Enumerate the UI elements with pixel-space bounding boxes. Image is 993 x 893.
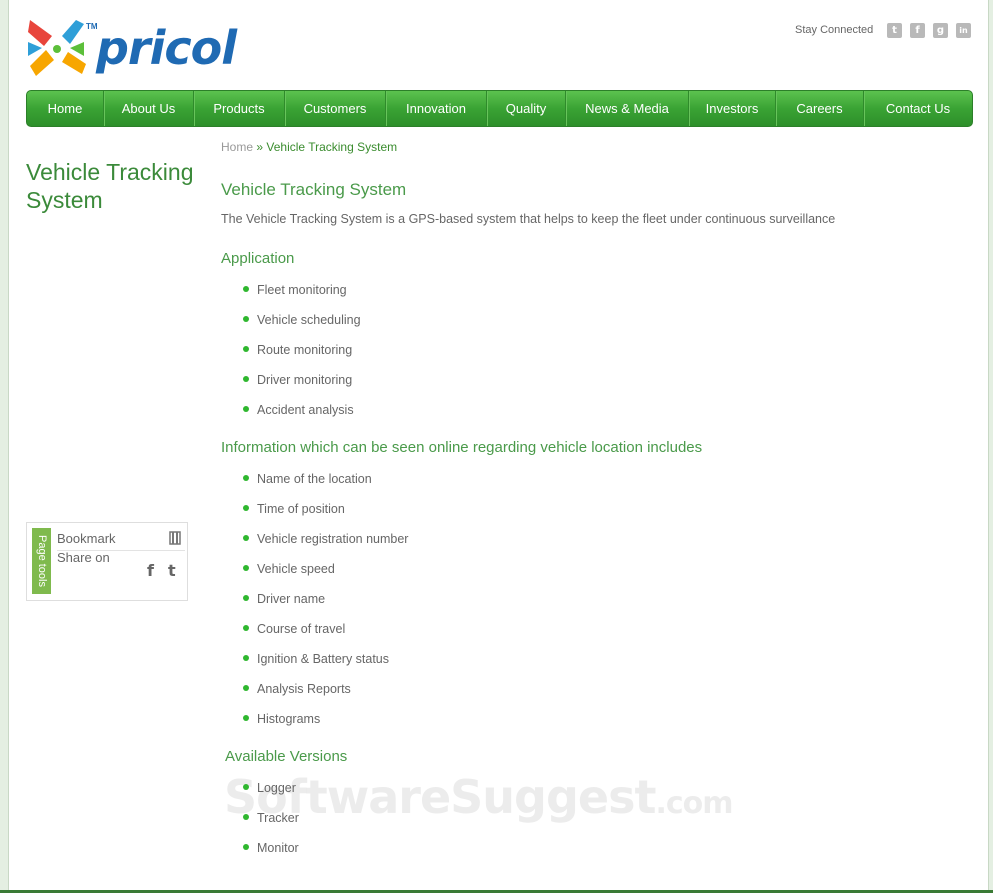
nav-quality[interactable]: Quality (487, 91, 566, 126)
nav-innovation[interactable]: Innovation (386, 91, 487, 126)
list-item: Vehicle speed (243, 562, 408, 592)
list-item: Tracker (243, 811, 299, 841)
list-item: Fleet monitoring (243, 283, 361, 313)
list-item: Time of position (243, 502, 408, 532)
nav-contact-us[interactable]: Contact Us (864, 91, 972, 126)
information-list: Name of the location Time of position Ve… (243, 472, 408, 742)
pricol-logo-mark-icon (28, 20, 86, 76)
list-item: Monitor (243, 841, 299, 871)
window-frame-left (0, 0, 9, 893)
nav-home[interactable]: Home (27, 91, 104, 126)
versions-list: Logger Tracker Monitor (243, 781, 299, 871)
list-item: Vehicle scheduling (243, 313, 361, 343)
nav-products[interactable]: Products (194, 91, 285, 126)
section-heading-information: Information which can be seen online reg… (221, 439, 703, 456)
section-heading-application: Application (221, 250, 295, 267)
google-plus-icon[interactable]: g (933, 23, 948, 38)
list-item: Route monitoring (243, 343, 361, 373)
nav-about-us[interactable]: About Us (104, 91, 194, 126)
breadcrumb: Home » Vehicle Tracking System (221, 140, 397, 154)
list-item: Name of the location (243, 472, 408, 502)
twitter-icon[interactable]: t (887, 23, 902, 38)
bookmark-icon[interactable] (169, 531, 181, 545)
list-item: Analysis Reports (243, 682, 408, 712)
list-item: Vehicle registration number (243, 532, 408, 562)
breadcrumb-home[interactable]: Home (221, 140, 253, 154)
page-tools-tab[interactable]: Page tools (32, 528, 51, 594)
breadcrumb-separator: » (256, 140, 264, 154)
share-twitter-icon[interactable]: t (168, 561, 176, 580)
list-item: Course of travel (243, 622, 408, 652)
watermark-domain: .com (655, 786, 733, 821)
list-item: Ignition & Battery status (243, 652, 408, 682)
application-list: Fleet monitoring Vehicle scheduling Rout… (243, 283, 361, 433)
list-item: Driver name (243, 592, 408, 622)
page-heading: Vehicle Tracking System (221, 180, 407, 199)
nav-news-media[interactable]: News & Media (566, 91, 689, 126)
nav-investors[interactable]: Investors (689, 91, 776, 126)
share-facebook-icon[interactable]: f (147, 561, 154, 580)
window-frame-right (988, 0, 993, 893)
main-nav: Home About Us Products Customers Innovat… (26, 90, 973, 127)
nav-careers[interactable]: Careers (776, 91, 864, 126)
breadcrumb-current: Vehicle Tracking System (266, 140, 398, 154)
list-item: Driver monitoring (243, 373, 361, 403)
list-item: Accident analysis (243, 403, 361, 433)
brand-name: pricol (96, 21, 237, 75)
sidebar-title: Vehicle Tracking System (26, 159, 194, 213)
facebook-icon[interactable]: f (910, 23, 925, 38)
intro-text: The Vehicle Tracking System is a GPS-bas… (221, 212, 836, 226)
section-heading-versions: Available Versions (225, 748, 348, 765)
list-item: Logger (243, 781, 299, 811)
linkedin-icon[interactable]: in (956, 23, 971, 38)
page-tools-panel: Page tools Bookmark Share on f t (26, 522, 188, 601)
stay-connected-label: Stay Connected (795, 24, 874, 36)
nav-customers[interactable]: Customers (285, 91, 386, 126)
watermark: SoftwareSuggest.com (224, 770, 734, 824)
pricol-logo[interactable]: TM pricol (26, 18, 241, 82)
share-on-label: Share on (57, 550, 110, 565)
bookmark-link[interactable]: Bookmark (57, 531, 116, 546)
list-item: Histograms (243, 712, 408, 742)
